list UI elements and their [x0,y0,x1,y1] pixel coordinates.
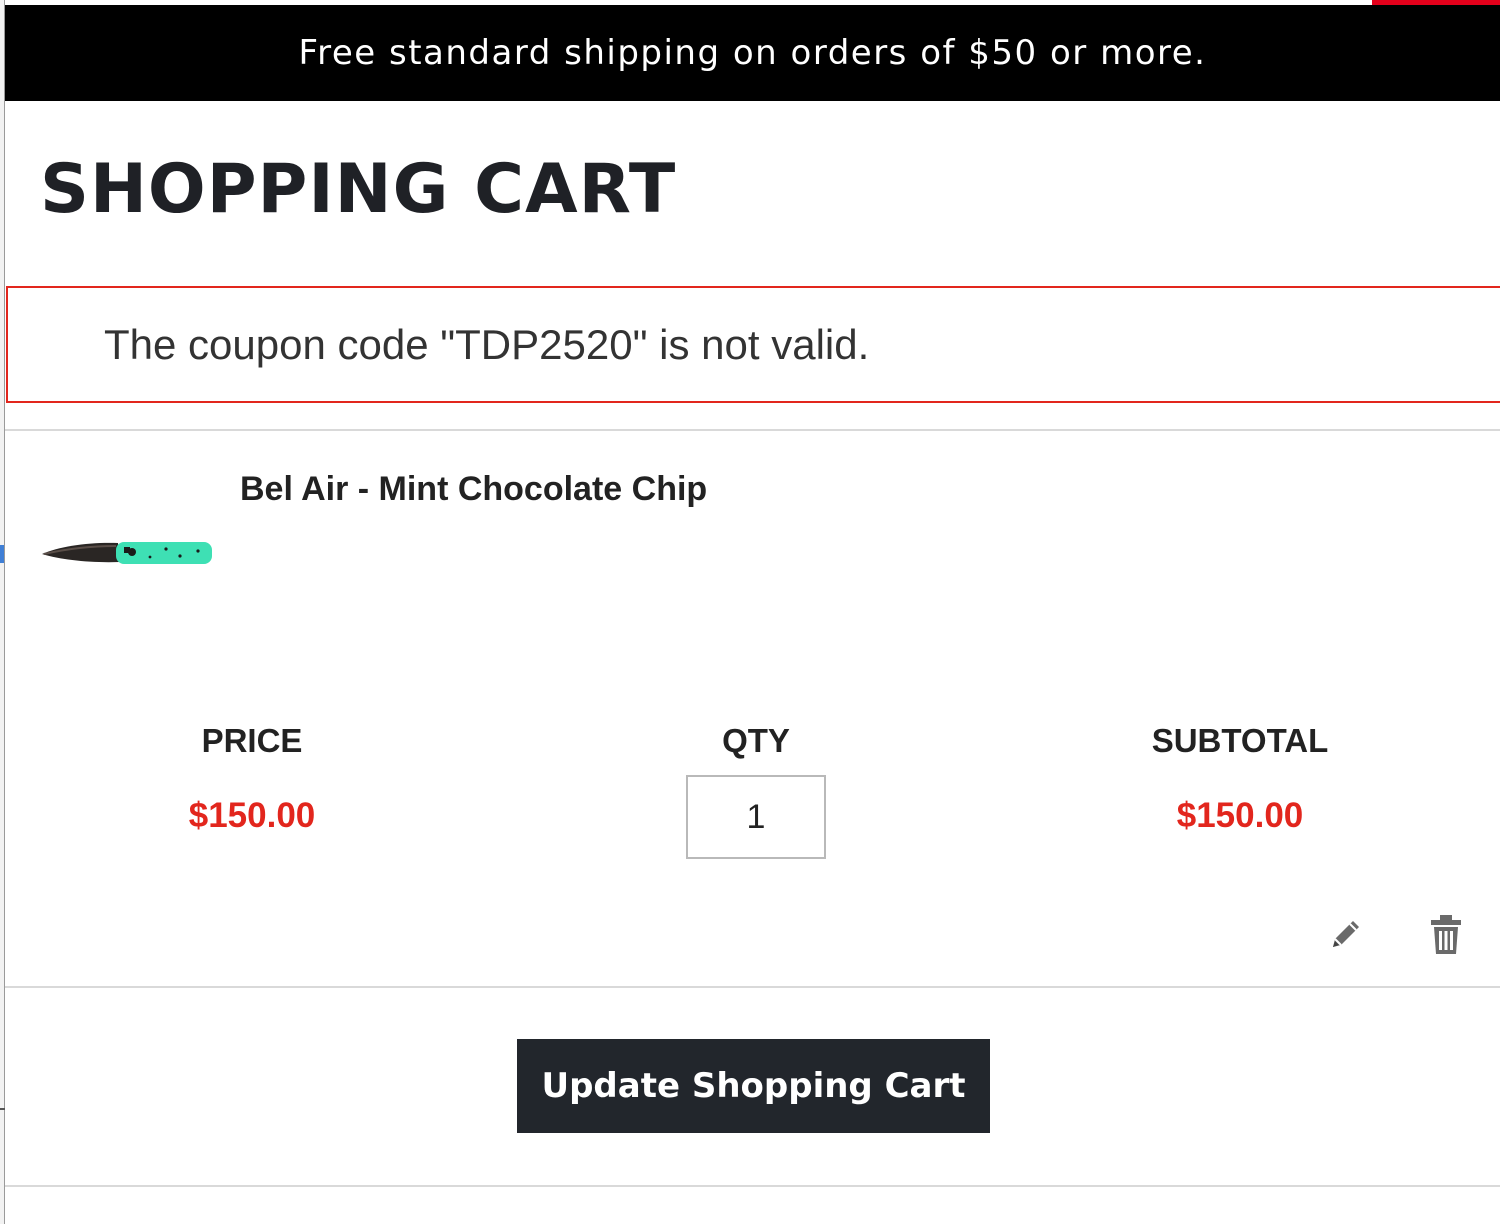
item-subtotal: $150.00 [1176,796,1304,835]
product-name-link[interactable]: Bel Air - Mint Chocolate Chip [240,470,707,509]
item-price: $150.00 [188,796,316,835]
knife-product-image[interactable] [40,530,220,574]
left-edge-tick [0,1108,5,1110]
edit-item-button[interactable] [1322,910,1370,958]
update-cart-button[interactable]: Update Shopping Cart [517,1039,990,1133]
cart-item-divider [5,986,1500,988]
subtotal-column-label: SUBTOTAL [1151,722,1329,759]
cart-top-divider [5,429,1500,431]
banner-accent-strip [1372,0,1500,5]
qty-column-label: QTY [722,722,790,759]
page-title: SHOPPING CART [40,150,677,229]
delete-item-button[interactable] [1422,910,1470,958]
left-edge-marker [0,545,4,563]
coupon-error-alert: The coupon code "TDP2520" is not valid. [6,286,1500,403]
quantity-input[interactable] [686,775,826,859]
cart-bottom-divider [5,1185,1500,1187]
pencil-icon [1333,921,1359,947]
trash-icon [1431,915,1461,954]
shipping-banner-text: Free standard shipping on orders of $50 … [298,33,1207,73]
price-column-label: PRICE [201,722,303,759]
shopping-cart-page: Free standard shipping on orders of $50 … [0,0,1500,1224]
coupon-error-message: The coupon code "TDP2520" is not valid. [104,320,870,368]
window-left-edge [0,0,5,1224]
shipping-banner: Free standard shipping on orders of $50 … [5,5,1500,101]
